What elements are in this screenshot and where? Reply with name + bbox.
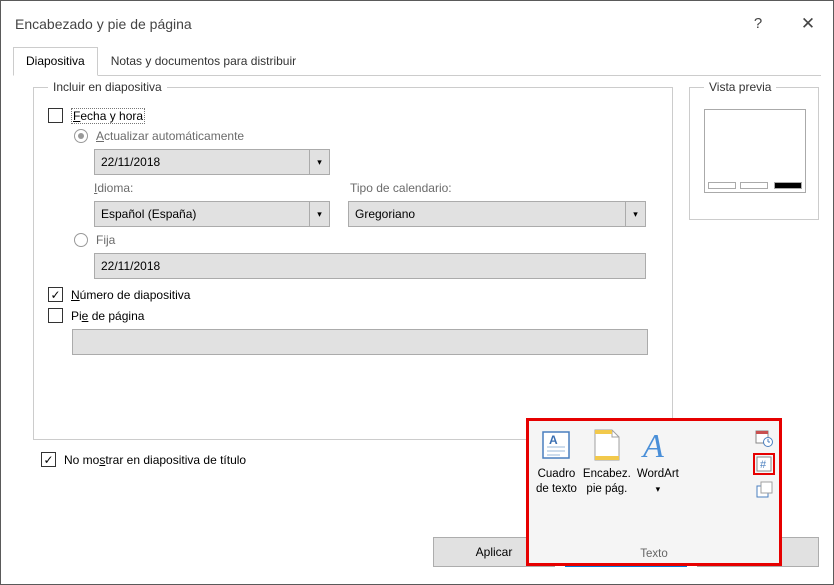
chevron-down-icon: ▾: [625, 202, 645, 226]
header-footer-dialog: Encabezado y pie de página ? ✕ Diapositi…: [0, 0, 834, 585]
fixed-date-input[interactable]: 22/11/2018: [94, 253, 646, 279]
include-on-slide-group: Incluir en diapositiva Fecha y hora Actu…: [33, 80, 673, 440]
auto-update-label: Actualizar automáticamente: [96, 129, 244, 143]
textbox-icon: A: [538, 427, 574, 463]
preview-date-placeholder: [708, 182, 736, 189]
slide-number-checkbox[interactable]: [48, 287, 63, 302]
close-button[interactable]: ✕: [783, 4, 833, 44]
help-button[interactable]: ?: [733, 4, 783, 44]
auto-update-radio[interactable]: [74, 129, 88, 143]
insert-slide-number-button[interactable]: #: [753, 453, 775, 475]
insert-date-time-button[interactable]: [753, 427, 775, 449]
window-title: Encabezado y pie de página: [15, 16, 733, 32]
preview-footer-placeholder: [740, 182, 768, 189]
tab-notes-handouts[interactable]: Notas y documentos para distribuir: [98, 47, 309, 76]
slide-number-label: Número de diapositiva: [71, 288, 190, 302]
ribbon-group-label: Texto: [529, 548, 779, 563]
preview-thumbnail: [704, 109, 806, 193]
wordart-icon: A: [640, 427, 676, 463]
date-format-select[interactable]: 22/11/2018 ▾: [94, 149, 330, 175]
dont-show-on-title-label: No mostrar en diapositiva de título: [64, 453, 246, 467]
language-label: Idioma:: [94, 181, 350, 195]
footer-text-input[interactable]: [72, 329, 648, 355]
chevron-down-icon: ▾: [656, 484, 661, 494]
preview-group: Vista previa: [689, 80, 819, 220]
svg-text:#: #: [760, 459, 767, 471]
preview-legend: Vista previa: [704, 80, 776, 94]
fixed-label: Fija: [96, 233, 115, 247]
datetime-checkbox[interactable]: [48, 108, 63, 123]
datetime-label: Fecha y hora: [71, 109, 145, 123]
header-footer-icon: [589, 427, 625, 463]
chevron-down-icon: ▾: [309, 202, 329, 226]
tab-strip: Diapositiva Notas y documentos para dist…: [13, 46, 821, 76]
svg-text:A: A: [549, 433, 558, 447]
ribbon-text-group-overlay: A Cuadrode texto Encabez.pie pág. A Word…: [526, 418, 782, 566]
tab-slide[interactable]: Diapositiva: [13, 47, 98, 76]
footer-label: Pie de página: [71, 309, 144, 323]
include-legend: Incluir en diapositiva: [48, 80, 167, 94]
dont-show-on-title-checkbox[interactable]: [41, 452, 56, 467]
dialog-body: Incluir en diapositiva Fecha y hora Actu…: [1, 76, 833, 520]
preview-number-placeholder: [774, 182, 802, 189]
textbox-button[interactable]: A Cuadrode texto: [533, 425, 580, 535]
footer-checkbox[interactable]: [48, 308, 63, 323]
wordart-button[interactable]: A WordArt▾: [634, 425, 682, 535]
language-select[interactable]: Español (España) ▾: [94, 201, 330, 227]
calendar-type-select[interactable]: Gregoriano ▾: [348, 201, 646, 227]
insert-object-button[interactable]: [753, 479, 775, 501]
svg-text:A: A: [641, 428, 664, 463]
calendar-type-label: Tipo de calendario:: [350, 181, 452, 195]
fixed-radio[interactable]: [74, 233, 88, 247]
dont-show-on-title-row: No mostrar en diapositiva de título: [41, 452, 246, 467]
header-footer-button[interactable]: Encabez.pie pág.: [580, 425, 634, 535]
chevron-down-icon: ▾: [309, 150, 329, 174]
titlebar: Encabezado y pie de página ? ✕: [1, 1, 833, 46]
